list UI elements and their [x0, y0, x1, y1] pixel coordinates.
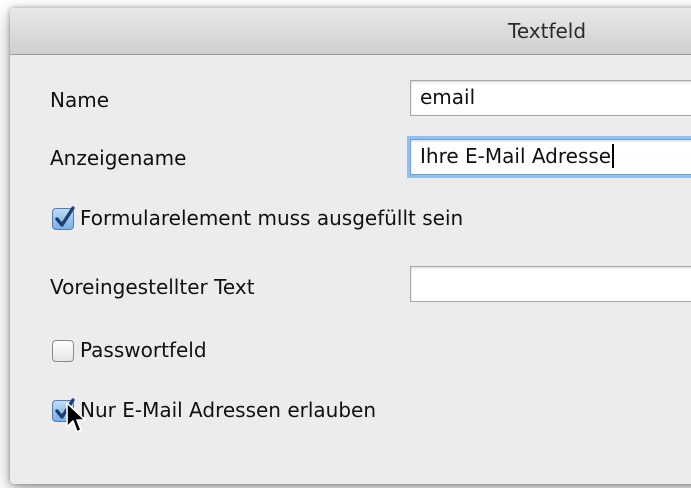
required-label[interactable]: Formularelement muss ausgefüllt sein	[80, 206, 463, 230]
default-text-field[interactable]	[410, 266, 691, 302]
email-only-label[interactable]: Nur E-Mail Adressen erlauben	[80, 398, 376, 422]
name-field-value: email	[420, 85, 476, 109]
display-name-label: Anzeigename	[50, 146, 187, 170]
password-checkbox[interactable]	[52, 340, 74, 362]
name-label: Name	[50, 88, 110, 112]
default-text-label: Voreingestellter Text	[50, 275, 255, 299]
password-label[interactable]: Passwortfeld	[80, 338, 207, 362]
checkmark-icon	[55, 206, 75, 227]
text-caret	[612, 144, 615, 168]
textfield-properties-window: Textfeld Name email Anzeigename Ihre E-M…	[10, 8, 691, 484]
required-checkbox[interactable]	[52, 206, 75, 230]
name-field[interactable]: email	[410, 80, 691, 116]
screenshot-stage: Textfeld Name email Anzeigename Ihre E-M…	[0, 0, 691, 488]
display-name-field[interactable]: Ihre E-Mail Adresse	[410, 139, 691, 175]
display-name-field-value: Ihre E-Mail Adresse	[420, 144, 612, 168]
title-bar[interactable]: Textfeld	[10, 8, 691, 55]
mouse-pointer-icon	[66, 402, 86, 433]
window-title: Textfeld	[508, 19, 587, 43]
